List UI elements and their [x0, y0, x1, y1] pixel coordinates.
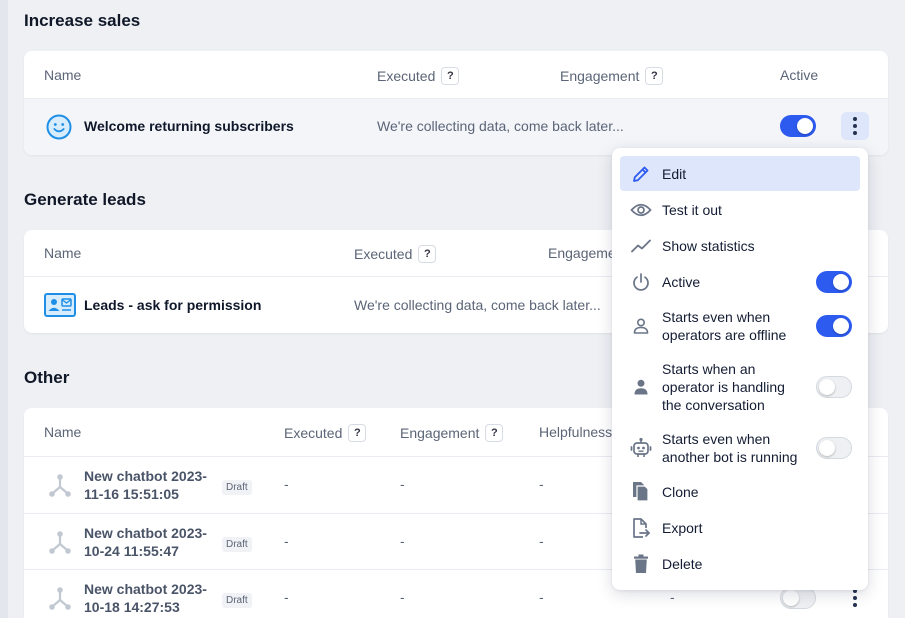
row-options-menu: Edit Test it out Show statistics Active … [612, 148, 868, 590]
help-icon[interactable]: ? [485, 424, 504, 442]
menu-item-test[interactable]: Test it out [620, 192, 860, 228]
menu-item-bot-running[interactable]: Starts even when another bot is running [620, 422, 860, 474]
section-title-other: Other [24, 368, 70, 387]
row-status: We're collecting data, come back later..… [354, 297, 601, 313]
flow-icon [48, 530, 72, 561]
export-icon [620, 517, 662, 539]
row-name[interactable]: New chatbot 2023-10-24 11:55:47 [84, 524, 214, 560]
chart-line-icon [620, 239, 662, 253]
row-name[interactable]: New chatbot 2023-11-16 15:51:05 [84, 467, 214, 503]
helpfulness-value: - [539, 476, 544, 492]
power-icon [620, 272, 662, 292]
draft-badge: Draft [222, 590, 252, 608]
menu-item-delete[interactable]: Delete [620, 546, 860, 582]
help-icon[interactable]: ? [418, 245, 437, 263]
contact-card-icon [44, 293, 76, 322]
executed-value: - [284, 476, 289, 492]
active-menu-toggle[interactable] [816, 271, 852, 293]
menu-item-offline-start[interactable]: Starts even when operators are offline [620, 300, 860, 352]
kebab-icon [853, 117, 857, 135]
col-engagement: Engagement? [400, 424, 504, 442]
col-active: Active [780, 67, 819, 83]
flow-icon [48, 586, 72, 617]
engagement-value: - [400, 589, 405, 605]
section-title-increase-sales: Increase sales [24, 11, 141, 30]
active-toggle[interactable] [780, 587, 816, 609]
help-icon[interactable]: ? [441, 67, 460, 85]
copy-icon [620, 481, 662, 503]
table-header: Name Executed? Engagement? Active [24, 51, 888, 99]
more-options-button[interactable] [841, 112, 869, 140]
increase-sales-table: Name Executed? Engagement? Active Welcom… [24, 51, 888, 155]
pencil-icon [620, 164, 662, 184]
operator-handling-toggle[interactable] [816, 376, 852, 398]
row-name[interactable]: Welcome returning subscribers [84, 118, 294, 134]
bot-running-toggle[interactable] [816, 437, 852, 459]
menu-item-export[interactable]: Export [620, 510, 860, 546]
menu-item-operator-handling[interactable]: Starts when an operator is handling the … [620, 352, 860, 422]
helpfulness-value: - [539, 533, 544, 549]
help-icon[interactable]: ? [348, 424, 367, 442]
offline-start-toggle[interactable] [816, 315, 852, 337]
menu-item-edit[interactable]: Edit [620, 156, 860, 191]
trash-icon [620, 554, 662, 574]
help-icon[interactable]: ? [645, 67, 664, 85]
robot-icon [620, 437, 662, 459]
draft-badge: Draft [222, 477, 252, 495]
flow-icon [48, 473, 72, 504]
engagement-value: - [400, 533, 405, 549]
col-name: Name [44, 245, 82, 261]
eye-icon [620, 202, 662, 218]
user-filled-icon [620, 378, 662, 396]
active-toggle[interactable] [780, 115, 816, 137]
menu-item-clone[interactable]: Clone [620, 474, 860, 510]
left-edge-strip [0, 0, 8, 618]
executed-value: - [284, 589, 289, 605]
extra-value: - [670, 589, 675, 605]
smile-icon [46, 114, 72, 145]
row-status: We're collecting data, come back later..… [377, 118, 624, 134]
row-name[interactable]: Leads - ask for permission [84, 297, 261, 313]
col-name: Name [44, 424, 82, 440]
col-executed: Executed? [377, 67, 460, 85]
menu-item-statistics[interactable]: Show statistics [620, 228, 860, 264]
menu-item-active[interactable]: Active [620, 264, 860, 300]
col-engagement: Engagement? [560, 67, 664, 85]
executed-value: - [284, 533, 289, 549]
kebab-icon [853, 589, 857, 607]
col-name: Name [44, 67, 82, 83]
col-helpfulness: Helpfulness [539, 424, 613, 440]
section-title-generate-leads: Generate leads [24, 190, 146, 209]
helpfulness-value: - [539, 589, 544, 605]
table-row[interactable]: Welcome returning subscribers We're coll… [24, 99, 888, 155]
row-name[interactable]: New chatbot 2023-10-18 14:27:53 [84, 580, 214, 616]
col-executed: Executed? [284, 424, 367, 442]
user-outline-icon [620, 317, 662, 335]
col-executed: Executed? [354, 245, 437, 263]
draft-badge: Draft [222, 534, 252, 552]
engagement-value: - [400, 476, 405, 492]
